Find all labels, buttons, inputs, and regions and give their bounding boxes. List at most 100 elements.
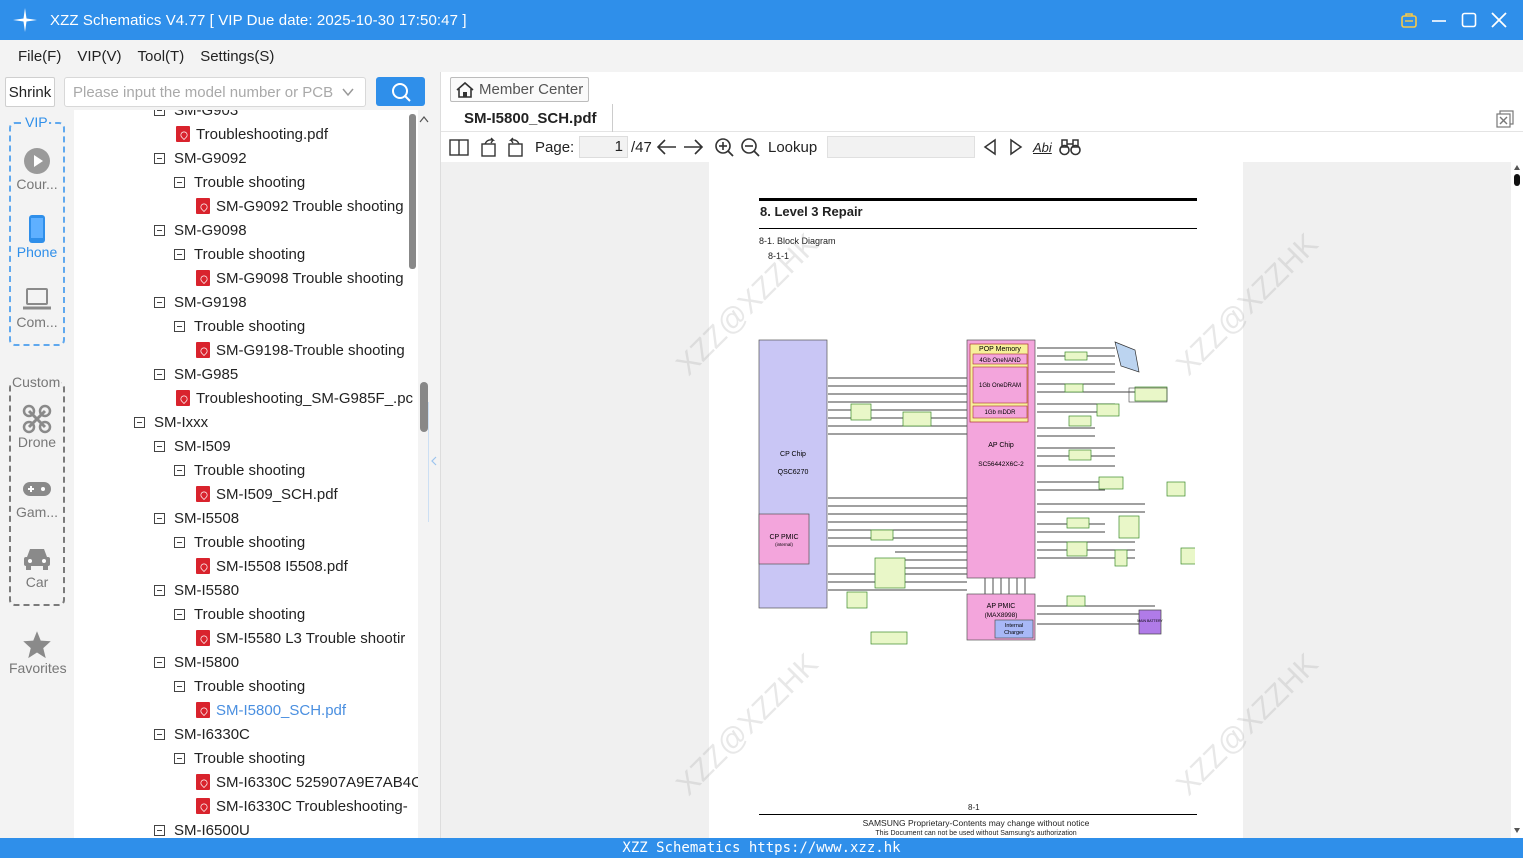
collapse-icon[interactable] — [154, 368, 165, 380]
collapse-icon[interactable] — [174, 320, 185, 332]
next-page-icon[interactable] — [682, 137, 704, 157]
tab-document[interactable]: SM-I5800_SCH.pdf — [443, 104, 613, 132]
tree-item-folder[interactable]: Trouble shooting — [174, 530, 305, 554]
close-button[interactable] — [1489, 8, 1509, 32]
collapse-icon[interactable] — [174, 680, 185, 692]
chevron-down-icon[interactable] — [341, 86, 355, 98]
tree-scrollbar-thumb[interactable] — [409, 114, 416, 269]
collapse-icon[interactable] — [154, 110, 165, 116]
tree-item-folder[interactable]: Trouble shooting — [174, 242, 305, 266]
page-number-input[interactable]: 1 — [579, 136, 628, 158]
tree-item-folder[interactable]: SM-G9092 — [154, 146, 247, 170]
collapse-icon[interactable] — [154, 824, 165, 836]
viewer-scrollbar-thumb[interactable] — [1514, 174, 1520, 186]
menu-tool[interactable]: Tool(T) — [138, 48, 185, 65]
tree-item-file[interactable]: SM-I5800_SCH.pdf — [196, 698, 346, 722]
tree-item-folder[interactable]: SM-G903 — [154, 110, 238, 122]
tree-item-label: SM-G903 — [174, 110, 239, 119]
binoculars-icon[interactable] — [1059, 137, 1081, 157]
zoom-out-icon[interactable] — [740, 137, 760, 157]
collapse-icon[interactable] — [154, 152, 165, 164]
tree-item-folder[interactable]: SM-I6500U — [154, 818, 250, 838]
collapse-icon[interactable] — [174, 248, 185, 260]
lookup-input[interactable] — [827, 136, 975, 158]
scroll-down-icon[interactable] — [1513, 826, 1521, 834]
tree-item-folder[interactable]: SM-I5800 — [154, 650, 239, 674]
tree-item-folder[interactable]: SM-I509 — [154, 434, 231, 458]
collapse-icon[interactable] — [154, 728, 165, 740]
close-tabs-icon[interactable] — [1496, 110, 1514, 128]
tree-item-folder[interactable]: SM-G985 — [154, 362, 238, 386]
tree-item-label: Trouble shooting — [194, 245, 306, 263]
tree-item-folder[interactable]: SM-G9098 — [154, 218, 247, 242]
member-center-button[interactable]: Member Center — [450, 77, 589, 102]
tree-item-file[interactable]: SM-I6330C 525907A9E7AB4C — [196, 770, 418, 794]
tree-item-file[interactable]: SM-I5580 L3 Trouble shootir — [196, 626, 405, 650]
menu-settings[interactable]: Settings(S) — [200, 48, 274, 65]
collapse-icon[interactable] — [154, 296, 165, 308]
tree-item-folder[interactable]: SM-I5580 — [154, 578, 239, 602]
nav-phone[interactable]: Phone — [9, 214, 65, 260]
panel-scrollbar-thumb[interactable] — [420, 382, 428, 432]
tree-item-file[interactable]: Troubleshooting.pdf — [176, 122, 328, 146]
tree-item-label: SM-G9092 Trouble shooting — [216, 197, 404, 215]
tree-item-file[interactable]: SM-I509_SCH.pdf — [196, 482, 338, 506]
rotate-right-icon[interactable] — [479, 137, 499, 157]
vip-group-label: VIP — [24, 114, 49, 130]
prev-page-icon[interactable] — [656, 137, 678, 157]
tree-item-folder[interactable]: Trouble shooting — [174, 602, 305, 626]
tree-item-folder[interactable]: SM-G9198 — [154, 290, 247, 314]
menu-file[interactable]: File(F) — [18, 48, 61, 65]
tree-item-folder[interactable]: Trouble shooting — [174, 746, 305, 770]
panel-splitter[interactable] — [428, 402, 440, 522]
tree-item-file[interactable]: SM-G9198-Trouble shooting — [196, 338, 405, 362]
maximize-button[interactable] — [1459, 8, 1479, 32]
find-next-icon[interactable] — [1008, 137, 1024, 157]
scroll-up-icon[interactable] — [419, 114, 429, 124]
tree-item-file[interactable]: Troubleshooting_SM-G985F_.pc — [176, 386, 413, 410]
tree-item-folder[interactable]: Trouble shooting — [174, 674, 305, 698]
tree-item-file[interactable]: SM-I6330C Troubleshooting- — [196, 794, 408, 818]
tree-item-folder[interactable]: Trouble shooting — [174, 170, 305, 194]
tree-item-file[interactable]: SM-G9092 Trouble shooting — [196, 194, 404, 218]
nav-favorites[interactable]: Favorites — [9, 630, 67, 676]
find-prev-icon[interactable] — [982, 137, 998, 157]
minimize-button[interactable] — [1429, 8, 1449, 32]
collapse-icon[interactable] — [174, 464, 185, 476]
collapse-icon[interactable] — [154, 584, 165, 596]
rotate-left-icon[interactable] — [505, 137, 525, 157]
nav-courses[interactable]: Cour... — [9, 146, 65, 192]
collapse-icon[interactable] — [174, 536, 185, 548]
menu-vip[interactable]: VIP(V) — [77, 48, 121, 65]
nav-car[interactable]: Car — [9, 544, 65, 590]
scroll-up-icon[interactable] — [1513, 164, 1521, 172]
zoom-in-icon[interactable] — [714, 137, 734, 157]
tree-item-file[interactable]: SM-G9098 Trouble shooting — [196, 266, 404, 290]
collapse-icon[interactable] — [154, 224, 165, 236]
viewer-scrollbar[interactable] — [1511, 162, 1523, 838]
search-input[interactable]: Please input the model number or PCB — [64, 77, 366, 107]
pdf-file-icon — [176, 390, 190, 406]
collapse-icon[interactable] — [174, 608, 185, 620]
search-button[interactable] — [376, 77, 425, 106]
tree-item-folder[interactable]: SM-Ixxx — [134, 410, 208, 434]
collapse-icon[interactable] — [174, 752, 185, 764]
shrink-button[interactable]: Shrink — [5, 77, 55, 107]
vip-bag-icon[interactable] — [1399, 8, 1419, 32]
tree-item-folder[interactable]: SM-I5508 — [154, 506, 239, 530]
tree-item-folder[interactable]: SM-I6330C — [154, 722, 250, 746]
sidebar-toggle-icon[interactable] — [449, 137, 469, 157]
collapse-icon[interactable] — [154, 512, 165, 524]
collapse-icon[interactable] — [154, 440, 165, 452]
match-case-toggle[interactable]: Abi — [1033, 137, 1052, 157]
nav-drone[interactable]: Drone — [9, 404, 65, 450]
collapse-icon[interactable] — [154, 656, 165, 668]
tree-item-folder[interactable]: Trouble shooting — [174, 314, 305, 338]
collapse-icon[interactable] — [134, 416, 145, 428]
nav-computer[interactable]: Com... — [9, 284, 65, 330]
collapse-icon[interactable] — [174, 176, 185, 188]
nav-games[interactable]: Gam... — [9, 474, 65, 520]
tree-item-folder[interactable]: Trouble shooting — [174, 458, 305, 482]
tree-item-file[interactable]: SM-I5508 I5508.pdf — [196, 554, 348, 578]
pdf-viewer[interactable]: 8. Level 3 Repair 8-1. Block Diagram 8-1… — [441, 162, 1523, 838]
